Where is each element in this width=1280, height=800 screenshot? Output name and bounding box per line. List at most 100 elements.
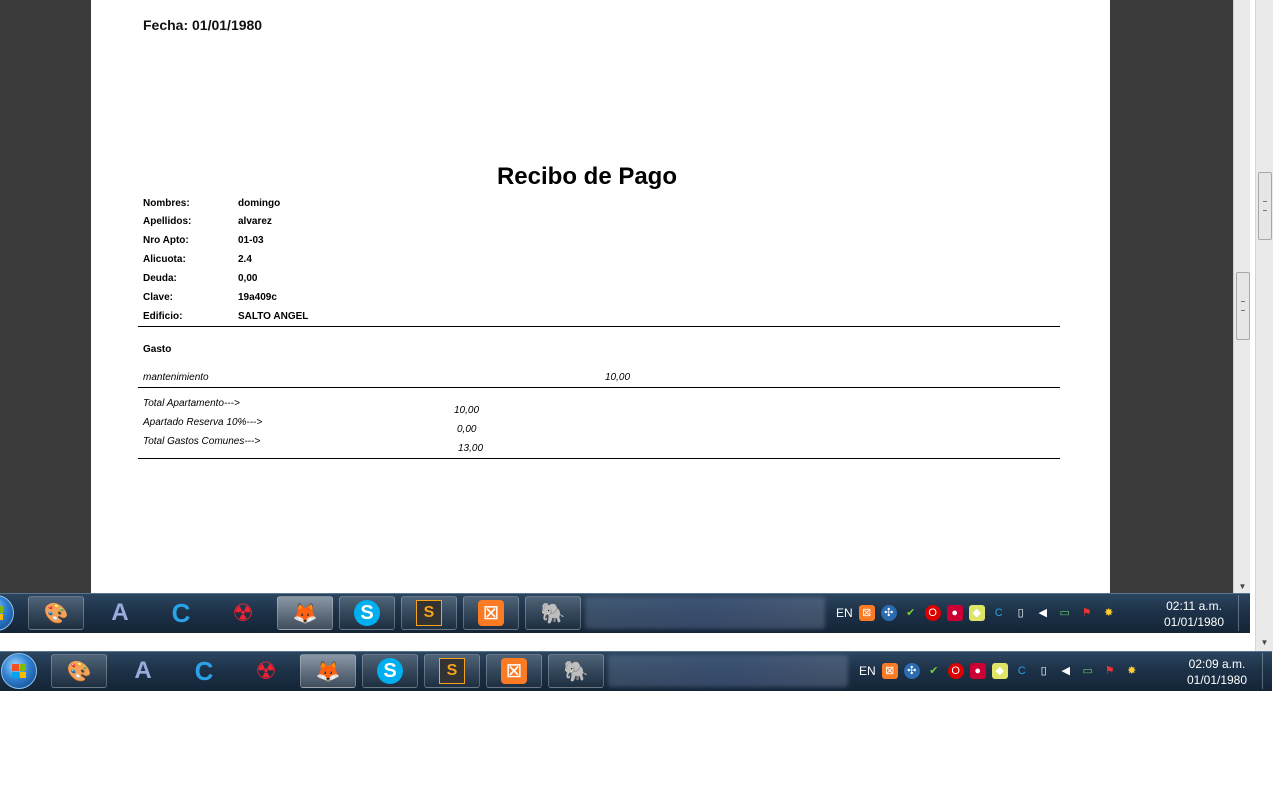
field-value-alicuota: 2.4 — [238, 254, 252, 265]
divider — [138, 326, 1060, 327]
scroll-down-arrow-icon[interactable]: ▼ — [1234, 580, 1250, 594]
apartado-reserva-value: 0,00 — [457, 424, 477, 435]
total-apartamento-label: Total Apartamento---> — [143, 398, 240, 409]
inner-screen: Fecha: 01/01/1980 Recibo de Pago Nombres… — [0, 0, 1250, 633]
total-gastos-comunes-label: Total Gastos Comunes---> — [143, 436, 261, 447]
security-tray-icon[interactable]: ✔ — [903, 605, 919, 621]
xampp-tray-icon[interactable]: ⊠ — [858, 605, 875, 621]
antivirus-icon[interactable]: ☢ — [215, 596, 271, 630]
xampp-tray-icon[interactable]: ⊠ — [881, 663, 898, 679]
gasto-header: Gasto — [143, 344, 172, 355]
inner-vertical-scrollbar[interactable]: ▼ — [1233, 0, 1250, 595]
expense-name: mantenimiento — [143, 372, 209, 383]
ccleaner-tray-icon[interactable]: C — [991, 605, 1007, 621]
red-app-tray-icon[interactable]: ● — [969, 663, 986, 679]
total-apartamento-value: 10,00 — [454, 405, 480, 416]
antivirus-icon[interactable]: ☢ — [238, 654, 294, 688]
firefox-icon[interactable]: 🦊 — [300, 654, 356, 688]
taskbar-clock[interactable]: 02:09 a.m. 01/01/1980 — [1181, 656, 1253, 688]
grip-icon — [1263, 201, 1267, 211]
divider — [138, 387, 1060, 388]
skype-icon[interactable]: S — [339, 596, 395, 630]
notes-tray-icon[interactable]: ◆ — [991, 663, 1008, 679]
taskbar-inner: 🎨 A C ☢ 🦊 S S ⊠ 🐘 EN ⊠ ✣ ✔ O ● ◆ C ▯ ◀ ▭… — [0, 593, 1250, 633]
network-tray-icon[interactable]: ✣ — [880, 605, 897, 621]
receipt-title: Recibo de Pago — [496, 163, 678, 190]
field-value-deuda: 0,00 — [238, 273, 258, 284]
blurred-taskbar-region — [608, 655, 848, 687]
language-indicator[interactable]: EN — [859, 664, 876, 678]
clock-date: 01/01/1980 — [1186, 673, 1248, 687]
xampp-icon[interactable]: ⊠ — [486, 654, 542, 688]
clock-time: 02:11 a.m. — [1166, 599, 1222, 613]
show-desktop-button[interactable] — [1238, 595, 1247, 631]
system-tray: EN ⊠ ✣ ✔ O ● ◆ C ▯ ◀ ▭ ⚑ ✸ — [859, 652, 1140, 690]
field-value-clave: 19a409c — [238, 292, 277, 303]
field-value-nombres: domingo — [238, 198, 281, 209]
scroll-down-arrow-icon[interactable]: ▼ — [1256, 636, 1273, 650]
divider — [138, 458, 1060, 459]
battery-tray-icon[interactable]: ▭ — [1080, 663, 1096, 679]
volume-icon[interactable]: ◀ — [1035, 605, 1051, 621]
argouml-icon[interactable]: A — [92, 596, 148, 630]
sublime-text-icon[interactable]: S — [424, 654, 480, 688]
usb-tray-icon[interactable]: ▯ — [1036, 663, 1052, 679]
receipt-date: Fecha: 01/01/1980 — [143, 17, 263, 33]
taskbar-clock[interactable]: 02:11 a.m. 01/01/1980 — [1158, 598, 1230, 630]
field-label-nombres: Nombres: — [143, 198, 190, 209]
notes-tray-icon[interactable]: ◆ — [968, 605, 985, 621]
clock-time: 02:09 a.m. — [1188, 657, 1246, 671]
opera-tray-icon[interactable]: O — [947, 663, 964, 679]
clock-date: 01/01/1980 — [1163, 615, 1225, 629]
windows-logo-icon — [0, 606, 3, 620]
security-tray-icon[interactable]: ✔ — [926, 663, 942, 679]
network-tray-icon[interactable]: ✣ — [903, 663, 920, 679]
usb-tray-icon[interactable]: ▯ — [1013, 605, 1029, 621]
system-tray: EN ⊠ ✣ ✔ O ● ◆ C ▯ ◀ ▭ ⚑ ✸ — [836, 594, 1117, 632]
grip-icon — [1241, 301, 1245, 311]
total-gastos-comunes-value: 13,00 — [458, 443, 484, 454]
burst-tray-icon[interactable]: ✸ — [1101, 605, 1117, 621]
sublime-text-icon[interactable]: S — [401, 596, 457, 630]
field-label-nro-apto: Nro Apto: — [143, 235, 189, 246]
paint-icon[interactable]: 🎨 — [28, 596, 84, 630]
apartado-reserva-label: Apartado Reserva 10%---> — [143, 417, 263, 428]
volume-icon[interactable]: ◀ — [1058, 663, 1074, 679]
argouml-icon[interactable]: A — [115, 654, 171, 688]
field-value-apellidos: alvarez — [238, 216, 272, 227]
opera-tray-icon[interactable]: O — [924, 605, 941, 621]
field-label-alicuota: Alicuota: — [143, 254, 186, 265]
ccleaner-icon[interactable]: C — [176, 654, 232, 688]
outer-vertical-scrollbar[interactable]: ▼ — [1255, 0, 1273, 652]
taskbar-outer: 🎨 A C ☢ 🦊 S S ⊠ 🐘 EN ⊠ ✣ ✔ O ● ◆ C ▯ ◀ ▭… — [0, 651, 1272, 691]
red-app-tray-icon[interactable]: ● — [946, 605, 963, 621]
burst-tray-icon[interactable]: ✸ — [1124, 663, 1140, 679]
paint-icon[interactable]: 🎨 — [51, 654, 107, 688]
ccleaner-icon[interactable]: C — [153, 596, 209, 630]
postgresql-icon[interactable]: 🐘 — [525, 596, 581, 630]
language-indicator[interactable]: EN — [836, 606, 853, 620]
show-desktop-button[interactable] — [1262, 653, 1271, 689]
xampp-icon[interactable]: ⊠ — [463, 596, 519, 630]
field-value-nro-apto: 01-03 — [238, 235, 264, 246]
action-center-icon[interactable]: ⚑ — [1079, 605, 1095, 621]
field-label-apellidos: Apellidos: — [143, 216, 192, 227]
pdf-page: Fecha: 01/01/1980 Recibo de Pago Nombres… — [91, 0, 1110, 595]
inner-scrollbar-thumb[interactable] — [1236, 272, 1250, 340]
field-value-edificio: SALTO ANGEL — [238, 311, 309, 322]
field-label-deuda: Deuda: — [143, 273, 177, 284]
firefox-icon[interactable]: 🦊 — [277, 596, 333, 630]
ccleaner-tray-icon[interactable]: C — [1014, 663, 1030, 679]
action-center-icon[interactable]: ⚑ — [1102, 663, 1118, 679]
skype-icon[interactable]: S — [362, 654, 418, 688]
expense-amount: 10,00 — [605, 372, 631, 383]
postgresql-icon[interactable]: 🐘 — [548, 654, 604, 688]
windows-logo-icon — [12, 664, 26, 678]
start-button[interactable] — [0, 595, 14, 631]
field-label-clave: Clave: — [143, 292, 174, 303]
outer-scrollbar-thumb[interactable] — [1258, 172, 1272, 240]
blurred-taskbar-region — [585, 597, 825, 629]
battery-tray-icon[interactable]: ▭ — [1057, 605, 1073, 621]
field-label-edificio: Edificio: — [143, 311, 183, 322]
start-button[interactable] — [1, 653, 37, 689]
